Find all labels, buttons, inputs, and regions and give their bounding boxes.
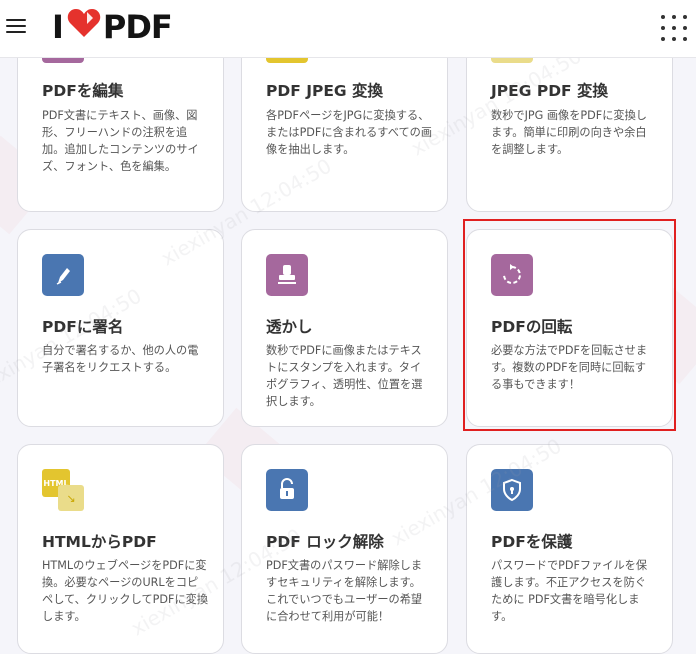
tool-card-unlock-pdf[interactable]: PDF ロック解除 PDF文書のパスワード解除しますセキュリティを解除します。こ… [241, 444, 448, 654]
hamburger-menu-icon[interactable] [6, 16, 28, 34]
tool-description: HTMLのウェブページをPDFに変換。必要なページのURLをコピペして、クリック… [42, 559, 209, 623]
tool-card-protect-pdf[interactable]: PDFを保護 パスワードでPDFファイルを保護します。不正アクセスを防ぐために … [466, 444, 673, 654]
tool-description: PDF文書にテキスト、画像、図形、フリーハンドの注釈を追加。追加したコンテンツの… [42, 109, 199, 173]
tool-title: PDF ロック解除 [266, 533, 384, 551]
tool-title: HTMLからPDF [42, 533, 157, 551]
tool-title: 透かし [266, 318, 313, 336]
tool-title: PDFの回転 [491, 318, 573, 336]
tool-description: 数秒でPDFに画像またはテキストにスタンプを入れます。タイポグラフィ、透明性、位… [266, 344, 423, 408]
tool-title: JPEG PDF 変換 [491, 82, 609, 100]
tool-card-html-to-pdf[interactable]: HTML ↘ HTMLからPDF HTMLのウェブページをPDFに変換。必要なペ… [17, 444, 224, 654]
tool-title: PDF JPEG 変換 [266, 82, 384, 100]
rotate-icon [491, 254, 533, 296]
tool-card-rotate-pdf[interactable]: PDFの回転 必要な方法でPDFを回転させます。複数のPDFを同時に回転する事も… [466, 229, 673, 427]
tool-card-sign-pdf[interactable]: PDFに署名 自分で署名するか、他の人の電子署名をリクエストする。 [17, 229, 224, 427]
tool-description: 数秒でJPG 画像をPDFに変換します。簡単に印刷の向きや余白を調整します。 [491, 109, 647, 156]
tool-card-watermark[interactable]: 透かし 数秒でPDFに画像またはテキストにスタンプを入れます。タイポグラフィ、透… [241, 229, 448, 427]
stamp-icon [266, 254, 308, 296]
top-header: I PDF [0, 0, 696, 58]
unlock-icon [266, 469, 308, 511]
apps-grid-icon[interactable] [661, 15, 687, 41]
tool-title: PDFを編集 [42, 82, 124, 100]
heart-icon [67, 8, 101, 46]
ilovepdf-logo[interactable]: I PDF [52, 8, 173, 46]
logo-suffix: PDF [102, 8, 173, 46]
tool-description: 各PDFページをJPGに変換する、またはPDFに含まれるすべての画像を抽出します… [266, 109, 433, 156]
tool-title: PDFに署名 [42, 318, 124, 336]
tool-description: パスワードでPDFファイルを保護します。不正アクセスを防ぐために PDF文書を暗… [491, 559, 648, 623]
html-to-pdf-icon: HTML ↘ [42, 469, 84, 511]
tool-description: 必要な方法でPDFを回転させます。複数のPDFを同時に回転する事もできます！ [491, 344, 648, 391]
tool-description: 自分で署名するか、他の人の電子署名をリクエストする。 [42, 344, 199, 374]
sign-pen-icon [42, 254, 84, 296]
shield-icon [491, 469, 533, 511]
tool-description: PDF文書のパスワード解除しますセキュリティを解除します。これでいつでもユーザー… [266, 559, 423, 623]
tool-title: PDFを保護 [491, 533, 573, 551]
logo-prefix: I [52, 8, 64, 46]
arrow-down-right-icon: ↘ [58, 485, 84, 511]
